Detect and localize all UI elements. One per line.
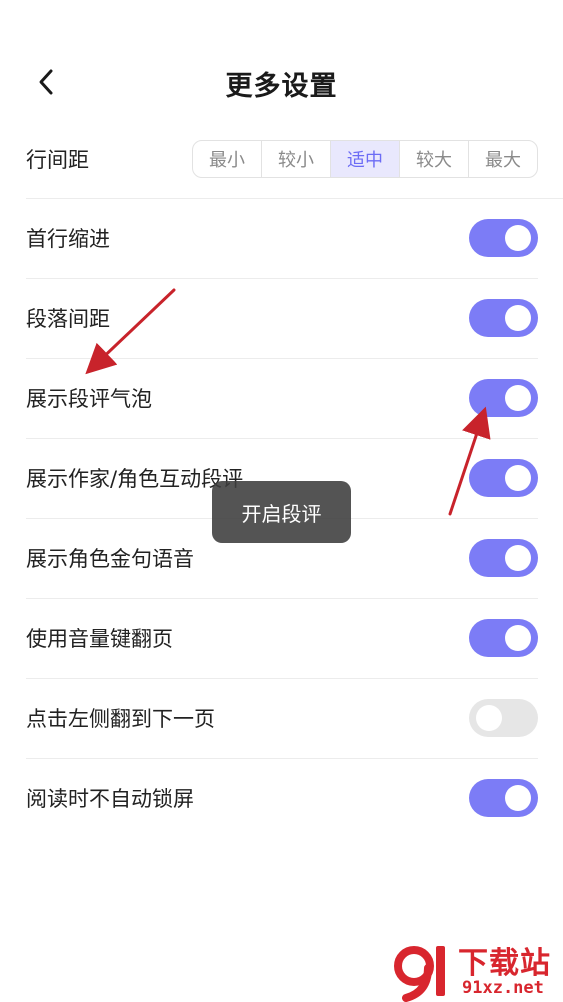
- toggle-knob: [505, 545, 531, 571]
- line-spacing-option-small[interactable]: 较小: [262, 141, 331, 177]
- setting-row-comment-bubbles: 展示段评气泡: [26, 359, 538, 439]
- volume-key-paging-toggle[interactable]: [469, 619, 538, 657]
- line-spacing-option-smallest[interactable]: 最小: [193, 141, 262, 177]
- setting-label: 首行缩进: [26, 227, 110, 251]
- setting-label: 展示作家/角色互动段评: [26, 467, 244, 491]
- setting-label: 点击左侧翻到下一页: [26, 707, 215, 731]
- more-settings-screen: 更多设置 行间距 最小 较小 适中 较大 最大 首行缩进 段落间距 展示段评气泡…: [0, 0, 563, 1002]
- role-quote-voice-toggle[interactable]: [469, 539, 538, 577]
- line-spacing-option-medium[interactable]: 适中: [331, 141, 400, 177]
- setting-label: 段落间距: [26, 307, 110, 331]
- paragraph-spacing-toggle[interactable]: [469, 299, 538, 337]
- toggle-knob: [505, 465, 531, 491]
- toggle-knob: [505, 385, 531, 411]
- toggle-knob: [505, 785, 531, 811]
- setting-label: 展示角色金句语音: [26, 547, 194, 571]
- setting-row-paragraph-spacing: 段落间距: [26, 279, 538, 359]
- toggle-knob: [505, 625, 531, 651]
- watermark: 下载站 91xz.net: [392, 936, 563, 1002]
- tap-left-next-page-toggle[interactable]: [469, 699, 538, 737]
- comment-bubbles-toggle[interactable]: [469, 379, 538, 417]
- toast-message: 开启段评: [212, 481, 351, 543]
- toggle-knob: [505, 305, 531, 331]
- line-spacing-label: 行间距: [26, 148, 89, 172]
- line-spacing-row: 行间距 最小 较小 适中 较大 最大: [26, 120, 563, 199]
- line-spacing-option-large[interactable]: 较大: [400, 141, 469, 177]
- page-title: 更多设置: [225, 71, 338, 102]
- setting-row-first-line-indent: 首行缩进: [26, 199, 538, 279]
- watermark-title: 下载站: [458, 946, 551, 981]
- toggle-knob: [505, 225, 531, 251]
- setting-label: 使用音量键翻页: [26, 627, 173, 651]
- line-spacing-option-largest[interactable]: 最大: [469, 141, 537, 177]
- setting-row-volume-key-paging: 使用音量键翻页: [26, 599, 538, 679]
- toggle-knob: [476, 705, 502, 731]
- author-role-comments-toggle[interactable]: [469, 459, 538, 497]
- header: 更多设置: [0, 52, 563, 112]
- setting-row-no-auto-lock: 阅读时不自动锁屏: [26, 759, 538, 839]
- watermark-url: 91xz.net: [462, 978, 544, 998]
- setting-label: 阅读时不自动锁屏: [26, 787, 194, 811]
- line-spacing-selector: 最小 较小 适中 较大 最大: [192, 140, 538, 178]
- watermark-logo-icon: [394, 946, 445, 1002]
- first-line-indent-toggle[interactable]: [469, 219, 538, 257]
- no-auto-lock-toggle[interactable]: [469, 779, 538, 817]
- setting-label: 展示段评气泡: [26, 387, 152, 411]
- setting-row-tap-left-next-page: 点击左侧翻到下一页: [26, 679, 538, 759]
